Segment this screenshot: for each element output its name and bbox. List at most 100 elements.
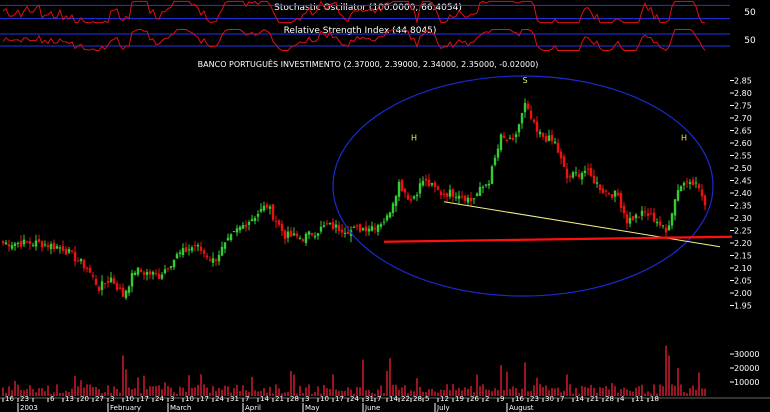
candle-body xyxy=(565,168,569,178)
volume-bar xyxy=(194,387,196,396)
candle-body xyxy=(550,134,554,141)
candle-body xyxy=(109,277,113,283)
candle-body xyxy=(604,190,608,192)
candle-body xyxy=(289,230,293,237)
candle-body xyxy=(328,222,332,225)
volume-bar xyxy=(554,388,556,396)
volume-bar xyxy=(482,384,484,396)
candle-body xyxy=(367,228,371,232)
volume-bar xyxy=(512,386,514,396)
volume-bar xyxy=(2,387,4,396)
candle-body xyxy=(262,205,266,211)
candle-body xyxy=(487,183,491,186)
candle-body xyxy=(520,113,524,124)
candle-body xyxy=(697,184,701,189)
price-tick-label: 2.60 xyxy=(734,139,752,148)
day-tick-label: 5 xyxy=(425,395,429,403)
candle-body xyxy=(568,176,572,178)
candle-body xyxy=(139,269,143,273)
candle-body xyxy=(505,140,509,142)
price-tick-label: 2.25 xyxy=(734,227,752,236)
volume-bar xyxy=(626,389,628,396)
candle-body xyxy=(445,193,449,197)
candle-body xyxy=(676,190,680,201)
candle-body xyxy=(574,172,578,174)
volume-bar xyxy=(398,389,400,396)
day-tick-label: 6 xyxy=(50,395,55,403)
volume-bar xyxy=(209,392,211,396)
candle-body xyxy=(475,193,479,196)
candle-body xyxy=(124,290,128,299)
volume-bar xyxy=(44,391,46,396)
volume-bar xyxy=(242,385,244,396)
candle-body xyxy=(40,241,44,248)
candle-body xyxy=(373,228,377,230)
candle-body xyxy=(343,232,347,234)
candle-body xyxy=(652,212,656,222)
volume-bar xyxy=(143,375,145,396)
price-tick-label: 2.10 xyxy=(734,264,752,273)
candle-body xyxy=(310,233,314,236)
candle-body xyxy=(232,231,236,233)
day-tick-label: 19 xyxy=(455,395,464,403)
candle-body xyxy=(304,233,308,243)
volume-bar xyxy=(389,358,391,396)
candle-body xyxy=(226,237,230,241)
candle-body xyxy=(256,213,260,217)
candle-body xyxy=(190,247,194,251)
candle-body xyxy=(631,216,635,221)
day-tick-label: 23 xyxy=(20,395,29,403)
candle-body xyxy=(700,189,704,197)
month-tick-label: June xyxy=(364,404,380,412)
candle-body xyxy=(502,135,506,138)
candle-body xyxy=(541,133,545,137)
candle-body xyxy=(22,239,26,245)
volume-bar xyxy=(374,393,376,396)
volume-axis: 10000 20000 30000 xyxy=(730,350,759,387)
candle-body xyxy=(412,196,416,199)
day-tick-label: 3 xyxy=(110,395,114,403)
price-tick-label: 2.65 xyxy=(734,127,752,136)
volume-bar xyxy=(167,386,169,396)
stochastic-axis-label: 50 xyxy=(744,8,756,18)
candle-body xyxy=(115,283,119,290)
candle-body xyxy=(400,180,404,191)
candle-body xyxy=(532,119,536,122)
candle-body xyxy=(382,221,386,223)
candle-body xyxy=(121,287,125,297)
candle-body xyxy=(196,245,200,247)
price-tick-label: 2.30 xyxy=(734,214,752,223)
volume-bar xyxy=(602,388,604,396)
candle-body xyxy=(394,196,398,206)
candle-body xyxy=(157,273,161,279)
candle-body xyxy=(70,250,74,252)
candle-body xyxy=(424,178,428,181)
candle-body xyxy=(616,192,620,196)
candle-body xyxy=(526,103,530,109)
candle-body xyxy=(178,252,182,254)
price-tick-label: 2.35 xyxy=(734,202,752,211)
volume-bar xyxy=(41,388,43,396)
volume-bar xyxy=(137,377,139,396)
candle-body xyxy=(283,230,287,240)
volume-bar xyxy=(74,375,76,396)
volume-bar xyxy=(677,368,679,396)
stochastic-title: Stochastic Oscillator (100.0000, 66.4054… xyxy=(274,3,462,13)
day-tick-label: 7 xyxy=(560,395,564,403)
candle-body xyxy=(82,259,86,269)
price-tick-label: 2.05 xyxy=(734,277,752,286)
volume-bar xyxy=(224,385,226,396)
candle-body xyxy=(166,268,170,270)
volume-bar xyxy=(434,391,436,396)
candle-body xyxy=(100,281,104,291)
candle-body xyxy=(376,224,380,232)
candle-body xyxy=(472,198,476,200)
candle-body xyxy=(58,247,62,249)
candle-body xyxy=(1,241,5,244)
candle-body xyxy=(547,135,551,141)
candle-body xyxy=(346,231,350,235)
volume-bar xyxy=(539,384,541,396)
volume-bar xyxy=(200,374,202,396)
candle-body xyxy=(622,205,626,214)
candle-body xyxy=(634,214,638,219)
